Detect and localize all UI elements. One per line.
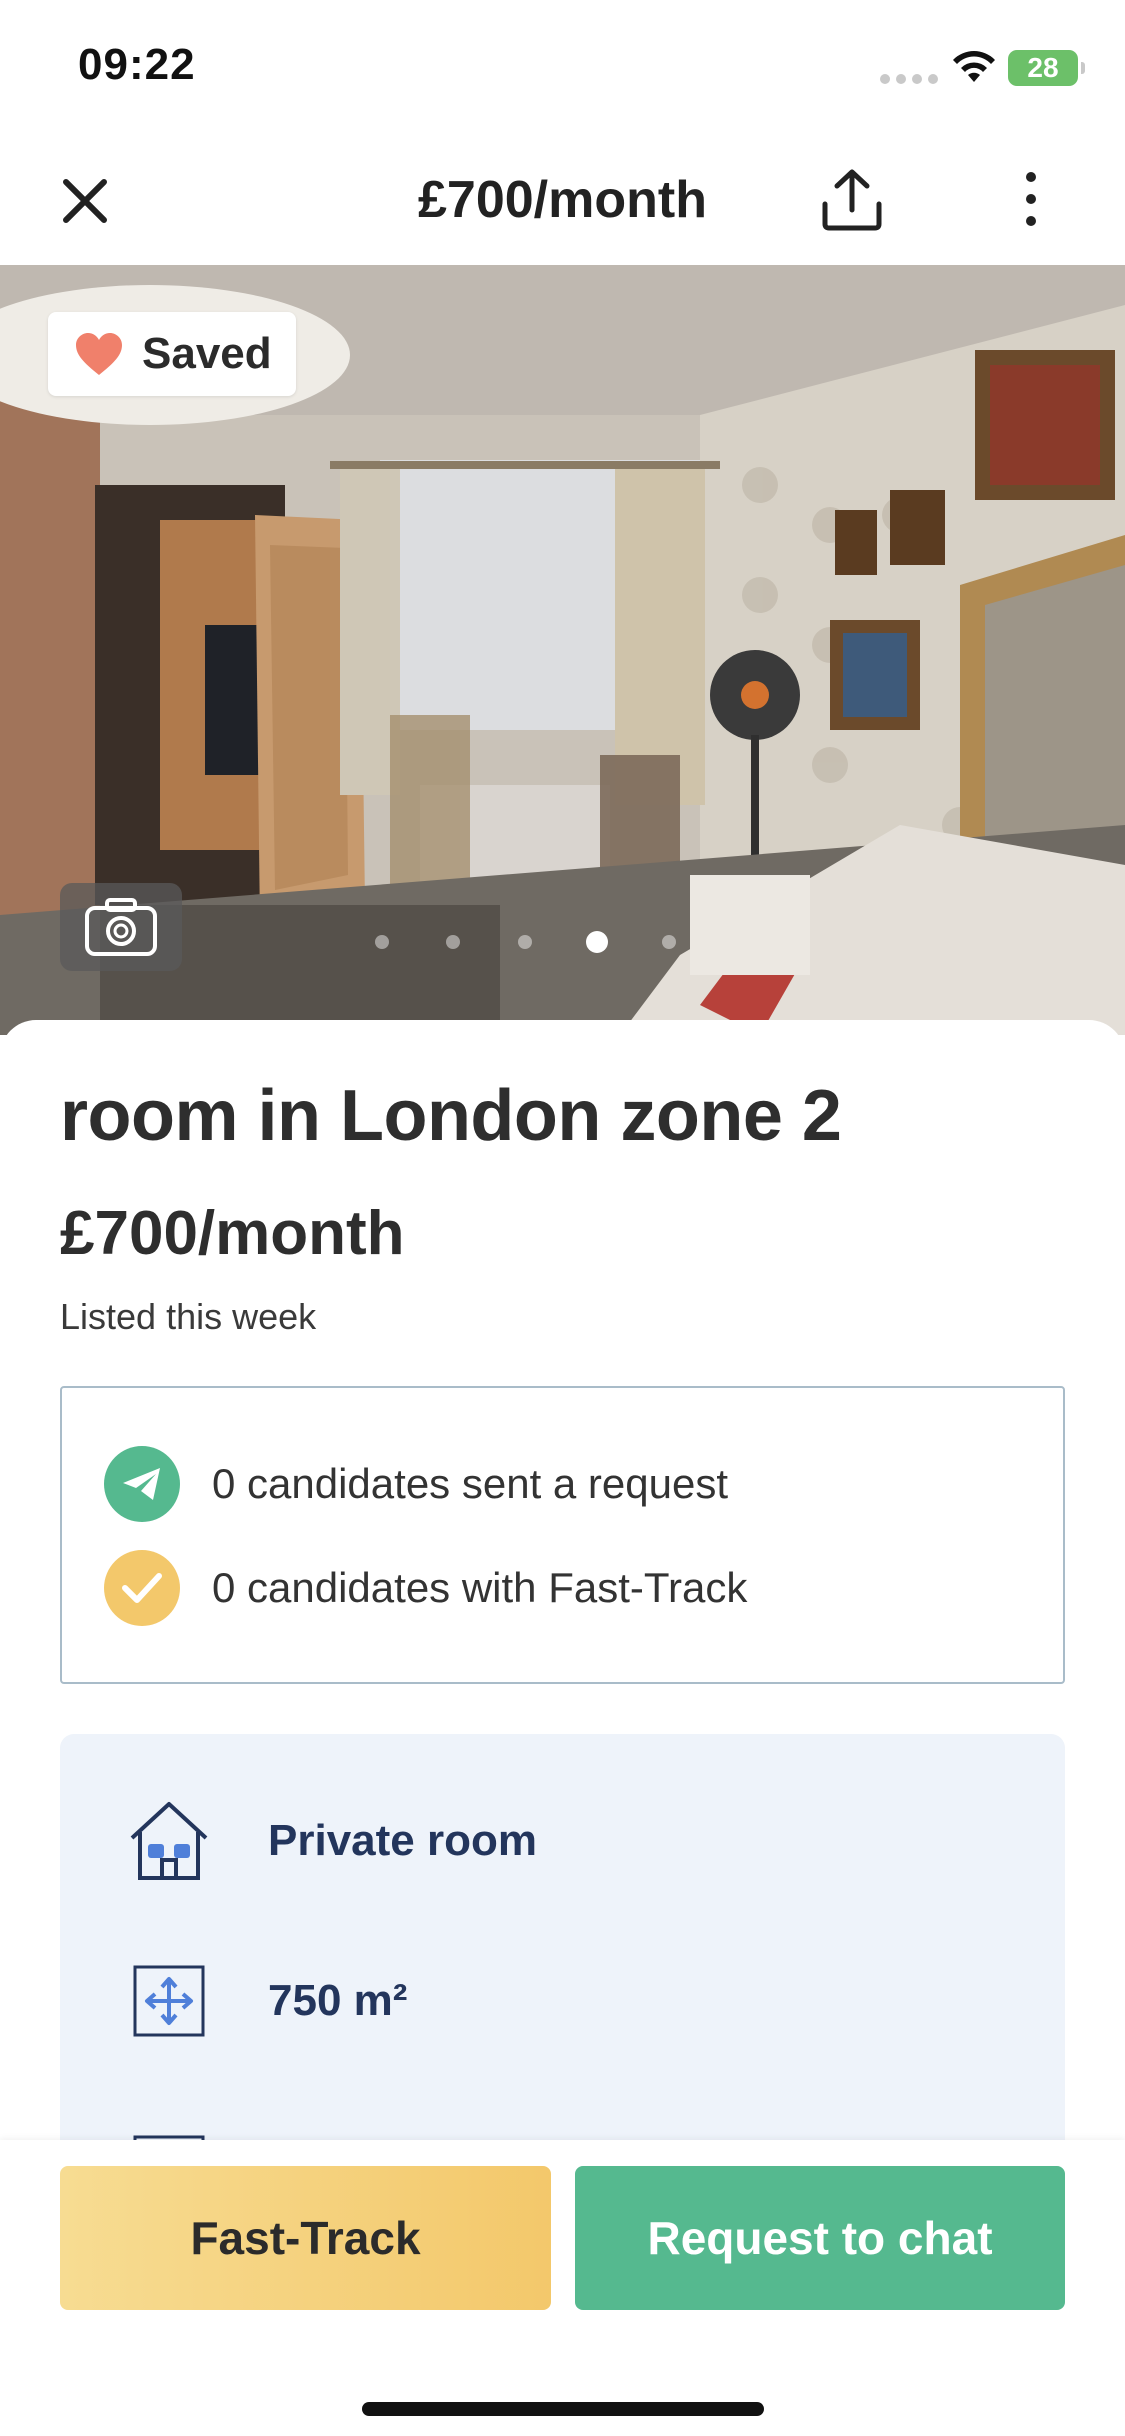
battery-level: 28 bbox=[1027, 52, 1059, 83]
listing-details: room in London zone 2 £700/month Listed … bbox=[0, 1020, 1125, 2194]
carousel-dot[interactable] bbox=[446, 935, 460, 949]
saved-badge[interactable]: Saved bbox=[48, 312, 296, 396]
stat-fast-track: 0 candidates with Fast-Track bbox=[104, 1550, 747, 1626]
carousel-dot[interactable] bbox=[662, 935, 676, 949]
status-time: 09:22 bbox=[78, 40, 196, 89]
cellular-signal-icon bbox=[880, 74, 938, 84]
battery-icon: 28 bbox=[1008, 50, 1085, 86]
heart-icon bbox=[76, 333, 122, 375]
listed-date: Listed this week bbox=[60, 1296, 317, 1337]
listing-price: £700/month bbox=[60, 1199, 405, 1268]
carousel-dot[interactable] bbox=[375, 935, 389, 949]
house-icon bbox=[124, 1796, 214, 1886]
camera-icon bbox=[85, 898, 157, 956]
stat-requests: 0 candidates sent a request bbox=[104, 1446, 728, 1522]
check-icon bbox=[104, 1550, 180, 1626]
wifi-icon bbox=[953, 51, 995, 82]
stat-text: 0 candidates with Fast-Track bbox=[212, 1564, 748, 1611]
area-icon bbox=[124, 1956, 214, 2046]
carousel-dot-active[interactable] bbox=[586, 931, 608, 953]
candidate-stats: 0 candidates sent a request 0 candidates… bbox=[60, 1386, 1065, 1684]
listing-title: room in London zone 2 bbox=[60, 1076, 842, 1156]
page-title: £700/month bbox=[418, 171, 707, 229]
photo-gallery-button[interactable] bbox=[60, 883, 182, 971]
fast-track-button[interactable]: Fast-Track bbox=[60, 2166, 551, 2310]
top-nav-bar: £700/month bbox=[0, 140, 1125, 265]
more-options-button[interactable] bbox=[1000, 162, 1062, 236]
home-indicator[interactable] bbox=[362, 2402, 764, 2416]
more-vertical-icon bbox=[1026, 172, 1036, 226]
feature-label: 750 m² bbox=[268, 1976, 408, 2025]
saved-label: Saved bbox=[142, 329, 272, 378]
stat-text: 0 candidates sent a request bbox=[212, 1460, 729, 1507]
send-icon bbox=[104, 1446, 180, 1522]
share-icon bbox=[822, 169, 882, 231]
carousel-dot[interactable] bbox=[518, 935, 532, 949]
bottom-action-bar: Fast-Track Request to chat bbox=[0, 2140, 1125, 2436]
feature-label: Private room bbox=[268, 1816, 537, 1865]
status-bar: 09:22 28 bbox=[0, 0, 1125, 140]
request-to-chat-button[interactable]: Request to chat bbox=[575, 2166, 1065, 2310]
property-features: Private room 750 m² bbox=[60, 1734, 1065, 2194]
feature-room-type: Private room bbox=[124, 1796, 537, 1886]
share-button[interactable] bbox=[815, 162, 889, 236]
feature-area: 750 m² bbox=[124, 1956, 407, 2046]
